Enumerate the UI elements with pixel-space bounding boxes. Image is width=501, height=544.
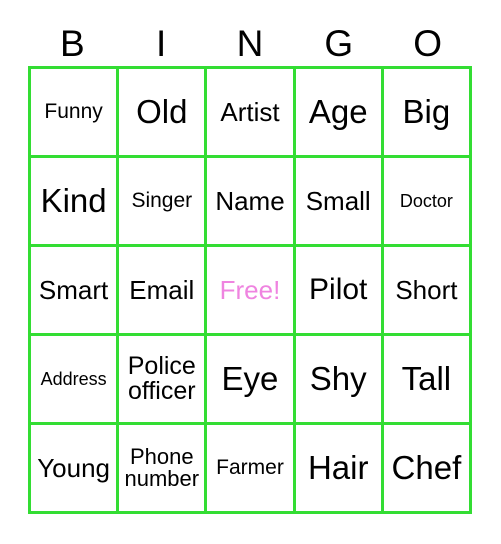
bingo-cell-label: Pilot — [309, 272, 368, 306]
bingo-cell[interactable]: Old — [119, 69, 208, 158]
bingo-cell[interactable]: Smart — [31, 247, 120, 336]
bingo-header-letter-o: O — [413, 23, 442, 64]
bingo-cell[interactable]: Chef — [383, 425, 472, 514]
bingo-header-letter-n: N — [236, 23, 264, 64]
bingo-cell-label: Young — [37, 452, 110, 483]
bingo-cell-label: Kind — [40, 182, 107, 220]
bingo-cell-label: Big — [402, 93, 451, 131]
bingo-cell-label: Tall — [401, 360, 452, 398]
bingo-cell[interactable]: Police officer — [119, 336, 208, 425]
bingo-cell[interactable]: Doctor — [383, 158, 472, 247]
bingo-cell[interactable]: Young — [31, 425, 120, 514]
bingo-cell[interactable]: Email — [119, 247, 208, 336]
bingo-cell-label: Age — [308, 93, 368, 131]
bingo-cell[interactable]: Age — [295, 69, 384, 158]
bingo-cell-label: Shy — [309, 360, 367, 398]
bingo-cell[interactable]: Eye — [207, 336, 296, 425]
bingo-cell-label: Farmer — [216, 456, 284, 480]
bingo-cell[interactable]: Pilot — [295, 247, 384, 336]
bingo-header-letter-g: G — [324, 23, 354, 64]
bingo-cell-label: Artist — [220, 96, 280, 127]
bingo-header-row: B I N G O — [28, 22, 472, 65]
bingo-cell-label: Police officer — [127, 351, 196, 405]
bingo-cell-label: Hair — [307, 449, 369, 487]
bingo-cell-label: Doctor — [399, 190, 453, 211]
bingo-cell[interactable]: Hair — [295, 425, 384, 514]
bingo-cell[interactable]: Shy — [295, 336, 384, 425]
bingo-cell[interactable]: Small — [295, 158, 384, 247]
bingo-cell-label: Old — [136, 93, 188, 131]
bingo-cell[interactable]: Kind — [31, 158, 120, 247]
bingo-cell[interactable]: Singer — [119, 158, 208, 247]
bingo-cell-label: Small — [305, 185, 371, 216]
bingo-cell[interactable]: Phone number — [119, 425, 208, 514]
bingo-cell-label: Chef — [391, 449, 462, 487]
bingo-cell-label: Singer — [131, 189, 193, 213]
bingo-cell[interactable]: Address — [31, 336, 120, 425]
bingo-cell-label: Name — [215, 185, 285, 216]
bingo-cell-label: Short — [395, 274, 458, 305]
bingo-free-cell-label: Free! — [219, 274, 281, 305]
bingo-grid: Funny Old Artist Age Big Kind Singer Nam… — [28, 66, 472, 514]
bingo-cell[interactable]: Short — [383, 247, 472, 336]
bingo-card: B I N G O Funny Old Artist Age Big Kind … — [0, 0, 501, 544]
bingo-cell[interactable]: Artist — [207, 69, 296, 158]
bingo-cell-label: Email — [129, 274, 195, 305]
bingo-header-letter-b: B — [60, 23, 85, 64]
bingo-cell[interactable]: Funny — [31, 69, 120, 158]
bingo-cell-label: Phone number — [124, 443, 200, 491]
bingo-cell-label: Address — [40, 368, 107, 389]
bingo-cell[interactable]: Name — [207, 158, 296, 247]
bingo-free-cell[interactable]: Free! — [207, 247, 296, 336]
bingo-cell-label: Smart — [38, 274, 109, 305]
bingo-cell[interactable]: Tall — [383, 336, 472, 425]
bingo-cell[interactable]: Big — [383, 69, 472, 158]
bingo-cell-label: Funny — [44, 100, 103, 124]
bingo-header-letter-i: I — [156, 23, 167, 64]
bingo-cell[interactable]: Farmer — [207, 425, 296, 514]
bingo-cell-label: Eye — [221, 360, 279, 398]
